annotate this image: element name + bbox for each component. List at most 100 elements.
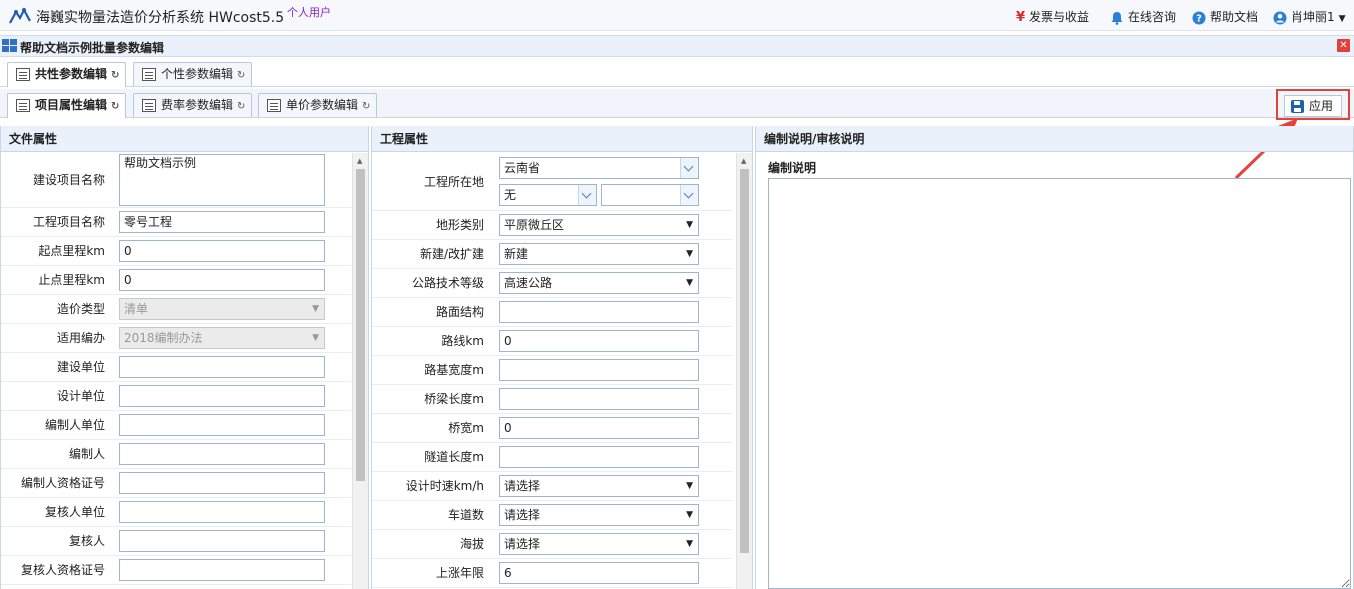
tab-unit-price-params[interactable]: 单价参数编辑 ↻	[258, 93, 378, 117]
file-prop-input[interactable]: 0	[119, 269, 325, 291]
file-prop-input[interactable]: 0	[119, 240, 325, 262]
project-prop-select[interactable]: 请选择	[499, 504, 699, 526]
close-icon[interactable]: ✕	[1337, 39, 1350, 52]
project-prop-input[interactable]	[499, 388, 699, 410]
project-prop-label: 车道数	[447, 508, 484, 522]
project-prop-row: 新建/改扩建 新建	[372, 240, 732, 269]
help-doc-link[interactable]: ? 帮助文档	[1192, 8, 1258, 25]
notes-label: 编制说明	[768, 161, 817, 175]
project-props-title: 工程属性	[372, 126, 752, 152]
scroll-up-icon[interactable]: ▲	[741, 157, 746, 165]
svg-text:?: ?	[1196, 13, 1202, 24]
app-logo-icon	[9, 7, 31, 24]
project-prop-select[interactable]: 平原微丘区	[499, 214, 699, 236]
user-menu[interactable]: 肖坤丽1 ▼	[1273, 8, 1346, 25]
project-prop-input[interactable]: 0	[499, 417, 699, 439]
invoice-link[interactable]: ¥ 发票与收益	[1016, 8, 1089, 25]
file-prop-row: 复核人	[1, 527, 351, 556]
project-prop-label: 上涨年限	[435, 566, 484, 580]
tab-project-props[interactable]: 项目属性编辑 ↻	[7, 93, 127, 118]
county-combo[interactable]	[601, 184, 699, 206]
project-prop-input[interactable]	[499, 301, 699, 323]
project-prop-row: 桥宽m 0	[372, 414, 732, 443]
file-prop-label: 编制人	[68, 447, 105, 461]
file-prop-label: 工程项目名称	[32, 215, 105, 229]
file-prop-label: 复核人	[68, 534, 105, 548]
city-combo[interactable]: 无	[499, 184, 597, 206]
refresh-icon[interactable]: ↻	[111, 70, 119, 81]
file-prop-input[interactable]	[119, 559, 325, 581]
refresh-icon[interactable]: ↻	[362, 101, 370, 112]
tab-rate-params[interactable]: 费率参数编辑 ↻	[133, 93, 253, 117]
file-prop-input[interactable]	[119, 472, 325, 494]
project-prop-select[interactable]: 请选择	[499, 475, 699, 497]
file-prop-input[interactable]: 零号工程	[119, 211, 325, 233]
project-prop-select[interactable]: 请选择	[499, 533, 699, 555]
file-prop-label: 造价类型	[56, 302, 105, 316]
project-prop-row: 路线km 0	[372, 327, 732, 356]
online-consult-link[interactable]: 在线咨询	[1110, 8, 1176, 25]
province-combo[interactable]: 云南省	[499, 157, 699, 179]
file-prop-row: 设计单位	[1, 382, 351, 411]
file-prop-input[interactable]	[119, 501, 325, 523]
file-prop-row: 复核人单位	[1, 498, 351, 527]
file-prop-label: 止点里程km	[38, 273, 105, 287]
file-prop-row: 建设项目名称 帮助文档示例	[1, 153, 351, 208]
project-prop-row: 地形类别 平原微丘区	[372, 211, 732, 240]
refresh-icon[interactable]: ↻	[237, 70, 245, 81]
project-prop-row: 公路技术等级 高速公路	[372, 269, 732, 298]
form-icon	[142, 68, 156, 81]
help-icon: ?	[1192, 11, 1206, 24]
file-prop-row: 起点里程km 0	[1, 237, 351, 266]
save-icon	[1291, 100, 1304, 113]
project-prop-label: 海拔	[459, 537, 484, 551]
file-prop-label: 建设单位	[56, 360, 105, 374]
project-prop-select[interactable]: 新建	[499, 243, 699, 265]
file-props-scrollbar[interactable]: ▲	[352, 153, 368, 589]
file-props-panel: 文件属性 建设项目名称 帮助文档示例 工程项目名称 零号工程 起点里程km 0 止点里程km…	[0, 126, 369, 589]
project-prop-label: 公路技术等级	[411, 276, 484, 290]
file-prop-label: 复核人单位	[44, 505, 105, 519]
refresh-icon[interactable]: ↻	[111, 101, 119, 112]
project-name-textarea[interactable]: 帮助文档示例	[119, 154, 325, 206]
cost-type-select[interactable]: 清单	[119, 298, 325, 320]
project-props-scrollbar[interactable]: ▲	[736, 153, 752, 589]
file-prop-input[interactable]	[119, 443, 325, 465]
notes-textarea[interactable]	[768, 178, 1351, 589]
file-prop-label: 设计单位	[56, 389, 105, 403]
file-prop-row: 编制人	[1, 440, 351, 469]
file-prop-row: 复核人资格证号	[1, 556, 351, 585]
project-prop-label: 路面结构	[435, 305, 484, 319]
file-prop-input[interactable]	[119, 385, 325, 407]
chat-bell-icon	[1111, 11, 1123, 25]
standard-select[interactable]: 2018编制办法	[119, 327, 325, 349]
chevron-down-icon[interactable]	[680, 158, 698, 178]
project-prop-input[interactable]: 0	[499, 330, 699, 352]
project-prop-select[interactable]: 高速公路	[499, 272, 699, 294]
file-prop-input[interactable]	[119, 414, 325, 436]
file-prop-row: 工程项目名称 零号工程	[1, 208, 351, 237]
project-prop-label: 隧道长度m	[424, 450, 484, 464]
project-prop-row: 路面结构	[372, 298, 732, 327]
project-prop-label: 桥梁长度m	[424, 392, 484, 406]
project-prop-input[interactable]: 6	[499, 562, 699, 584]
project-prop-row: 桥梁长度m	[372, 385, 732, 414]
chevron-down-icon[interactable]	[680, 185, 698, 205]
project-prop-row: 上涨年限 6	[372, 559, 732, 588]
file-prop-label: 起点里程km	[38, 244, 105, 258]
apply-button[interactable]: 应用	[1284, 95, 1342, 117]
file-prop-label: 编制人单位	[44, 418, 105, 432]
project-prop-input[interactable]	[499, 359, 699, 381]
file-prop-input[interactable]	[119, 356, 325, 378]
tab-common-params[interactable]: 共性参数编辑 ↻	[7, 62, 127, 87]
refresh-icon[interactable]: ↻	[237, 101, 245, 112]
file-prop-input[interactable]	[119, 530, 325, 552]
tab-individual-params[interactable]: 个性参数编辑 ↻	[133, 62, 253, 86]
chevron-down-icon[interactable]	[578, 185, 596, 205]
project-prop-label: 地形类别	[435, 218, 484, 232]
project-prop-input[interactable]	[499, 446, 699, 468]
project-prop-label: 设计时速km/h	[405, 479, 484, 493]
file-props-title: 文件属性	[1, 126, 368, 152]
scroll-up-icon[interactable]: ▲	[357, 157, 362, 165]
file-prop-row: 编制人资格证号	[1, 469, 351, 498]
